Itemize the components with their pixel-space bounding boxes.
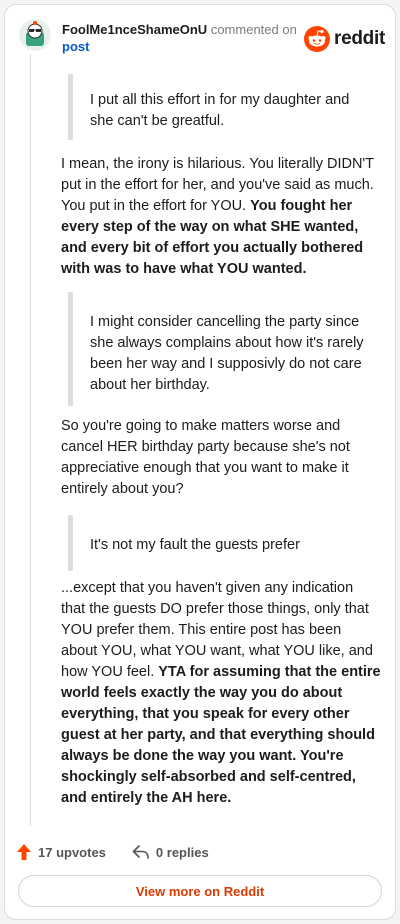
paragraph-1: I mean, the irony is hilarious. You lite… — [61, 154, 381, 280]
quote-bar — [68, 74, 73, 140]
reply-arrow-icon — [132, 845, 149, 859]
reply-count: 0 replies — [155, 844, 209, 860]
brand-name: reddit — [334, 28, 385, 49]
comment-actions: 17 upvotes 0 replies — [16, 842, 209, 862]
upvote-arrow-icon — [17, 844, 31, 860]
quote-bar — [68, 515, 73, 571]
paragraph-2: So you're going to make matters worse an… — [61, 418, 350, 497]
thread-line[interactable] — [30, 54, 31, 826]
reply-button[interactable]: 0 replies — [132, 844, 209, 860]
paragraph-3-bold: YTA for assuming that the entire world f… — [61, 664, 381, 806]
quote-text-1: I put all this effort in for my daughter… — [90, 92, 350, 129]
quote-text-2: I might consider cancelling the party si… — [90, 314, 364, 393]
reddit-brand[interactable]: reddit — [304, 25, 385, 53]
comment-header: FoolMe1nceShameOnU commented on post red… — [19, 19, 385, 59]
quote-text-3: It's not my fault the guests prefer — [90, 537, 300, 553]
avatar[interactable] — [19, 19, 51, 51]
post-link[interactable]: post — [62, 39, 89, 55]
reddit-logo-icon — [304, 26, 331, 52]
author-line: FoolMe1nceShameOnU commented on — [62, 22, 297, 38]
view-more-button[interactable]: View more on Reddit — [18, 875, 382, 907]
upvote-button[interactable]: 17 upvotes — [16, 843, 106, 861]
author-name[interactable]: FoolMe1nceShameOnU — [62, 22, 207, 37]
paragraph-3: ...except that you haven't given any ind… — [61, 578, 381, 809]
upvote-count: 17 upvotes — [38, 844, 106, 860]
commented-on-label: commented on — [210, 22, 297, 37]
quote-bar — [68, 292, 73, 406]
